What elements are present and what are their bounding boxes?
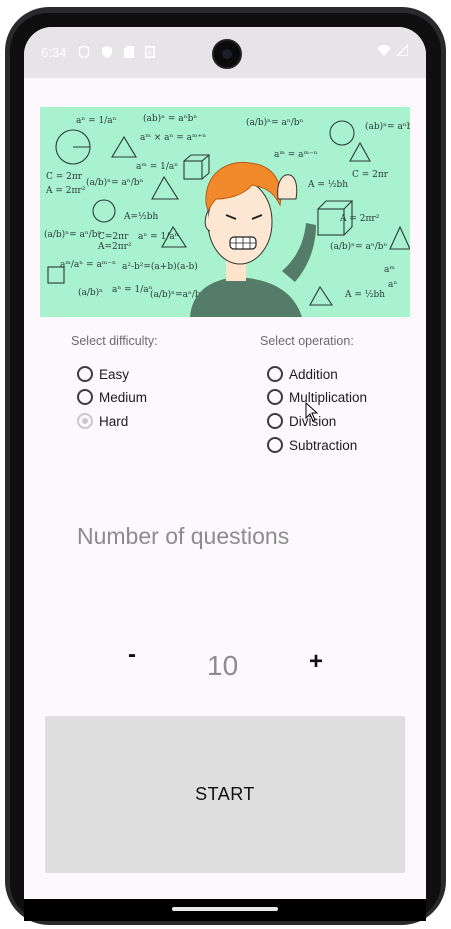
svg-text:aⁿ = 1/aⁿ: aⁿ = 1/aⁿ <box>76 116 117 126</box>
math-illustration: aⁿ = 1/aⁿ (ab)ⁿ = aⁿbⁿ aᵐ × aⁿ = aᵐ⁺ⁿ (a… <box>44 113 410 317</box>
radio-hard-circle[interactable] <box>77 413 93 429</box>
svg-text:A=½bh: A=½bh <box>123 211 159 222</box>
svg-text:A = 2πr²: A = 2πr² <box>339 214 380 224</box>
svg-text:(ab)ⁿ= aⁿbⁿ: (ab)ⁿ= aⁿbⁿ <box>365 121 410 132</box>
decrement-button[interactable]: - <box>128 641 136 669</box>
radio-multiplication-circle[interactable] <box>267 389 283 405</box>
math-banner-image: aⁿ = 1/aⁿ (ab)ⁿ = aⁿbⁿ aᵐ × aⁿ = aᵐ⁺ⁿ (a… <box>40 107 410 317</box>
svg-text:(a/b)ⁿ= aⁿ/bⁿ: (a/b)ⁿ= aⁿ/bⁿ <box>246 117 304 128</box>
svg-text:A=2πr²: A=2πr² <box>97 242 132 252</box>
svg-text:(a/b)ⁿ: (a/b)ⁿ <box>78 287 103 298</box>
svg-text:C=2πr: C=2πr <box>98 232 129 242</box>
radio-medium[interactable]: Medium <box>77 386 147 408</box>
app-screen: 6:34 A aⁿ = 1/aⁿ (ab)ⁿ = aⁿbⁿ aᵐ × aⁿ = … <box>24 27 426 899</box>
radio-division-circle[interactable] <box>267 413 283 429</box>
increment-button[interactable]: + <box>309 648 323 676</box>
svg-text:(a/b)ⁿ= aⁿ/bⁿ: (a/b)ⁿ= aⁿ/bⁿ <box>86 177 144 188</box>
svg-text:(ab)ⁿ = aⁿbⁿ: (ab)ⁿ = aⁿbⁿ <box>143 113 197 124</box>
difficulty-label: Select difficulty: <box>71 334 158 348</box>
status-time: 6:34 <box>41 45 67 60</box>
shield-icon <box>79 46 89 58</box>
svg-text:aᵐ = aᵐ⁻ⁿ: aᵐ = aᵐ⁻ⁿ <box>274 150 318 160</box>
operation-label: Select operation: <box>260 334 354 348</box>
mouse-cursor-icon <box>305 402 318 422</box>
svg-text:aⁿ = 1/aⁿ: aⁿ = 1/aⁿ <box>138 232 179 242</box>
radio-easy-label: Easy <box>99 366 130 382</box>
radio-medium-circle[interactable] <box>77 389 93 405</box>
svg-text:aⁿ: aⁿ <box>388 280 397 290</box>
svg-text:a²-b²=(a+b)(a-b): a²-b²=(a+b)(a-b) <box>122 261 198 272</box>
app-notification-icon: A <box>145 46 155 58</box>
radio-medium-label: Medium <box>99 389 148 405</box>
radio-division[interactable]: Division <box>267 410 336 432</box>
front-camera <box>212 39 242 69</box>
status-bar: 6:34 A <box>24 27 426 78</box>
sd-card-icon <box>124 46 134 58</box>
radio-addition[interactable]: Addition <box>267 363 338 385</box>
svg-text:(a/b)ⁿ= aⁿ/bⁿ: (a/b)ⁿ= aⁿ/bⁿ <box>330 241 388 252</box>
svg-text:A = 2πr²: A = 2πr² <box>45 186 86 196</box>
question-count-value: 10 <box>207 650 239 681</box>
radio-addition-circle[interactable] <box>267 366 283 382</box>
svg-text:C = 2πr: C = 2πr <box>46 172 83 182</box>
svg-text:A = ½bh: A = ½bh <box>307 179 348 190</box>
home-gesture-bar[interactable] <box>172 907 278 911</box>
radio-hard[interactable]: Hard <box>77 410 128 432</box>
status-right-icons <box>377 45 408 56</box>
radio-subtraction-label: Subtraction <box>289 437 358 453</box>
radio-subtraction[interactable]: Subtraction <box>267 434 357 456</box>
radio-addition-label: Addition <box>289 366 338 382</box>
radio-hard-label: Hard <box>99 413 129 429</box>
radio-subtraction-circle[interactable] <box>267 437 283 453</box>
svg-text:C = 2πr: C = 2πr <box>352 170 389 180</box>
svg-text:aᵐ × aⁿ = aᵐ⁺ⁿ: aᵐ × aⁿ = aᵐ⁺ⁿ <box>140 133 206 143</box>
wifi-icon <box>377 45 391 56</box>
svg-text:aⁿ = 1/aⁿ: aⁿ = 1/aⁿ <box>112 285 153 295</box>
radio-easy-circle[interactable] <box>77 366 93 382</box>
signal-icon <box>397 45 408 56</box>
svg-text:aᵐ/aⁿ = aᵐ⁻ⁿ: aᵐ/aⁿ = aᵐ⁻ⁿ <box>60 260 116 270</box>
svg-text:(a/b)ⁿ= aⁿ/bⁿ: (a/b)ⁿ= aⁿ/bⁿ <box>44 229 102 240</box>
radio-easy[interactable]: Easy <box>77 363 129 385</box>
start-button[interactable]: START <box>45 716 405 873</box>
protect-icon <box>102 46 112 58</box>
number-of-questions-label: Number of questions <box>77 523 290 549</box>
navigation-bar <box>24 899 426 921</box>
svg-text:aᵐ = 1/aⁿ: aᵐ = 1/aⁿ <box>136 162 178 172</box>
phone-frame: 6:34 A aⁿ = 1/aⁿ (ab)ⁿ = aⁿbⁿ aᵐ × aⁿ = … <box>0 0 451 929</box>
svg-text:A = ½bh: A = ½bh <box>344 289 385 300</box>
radio-multiplication-label: Multiplication <box>289 389 368 405</box>
svg-text:aᵐ: aᵐ <box>384 265 395 275</box>
svg-text:A: A <box>148 49 153 57</box>
